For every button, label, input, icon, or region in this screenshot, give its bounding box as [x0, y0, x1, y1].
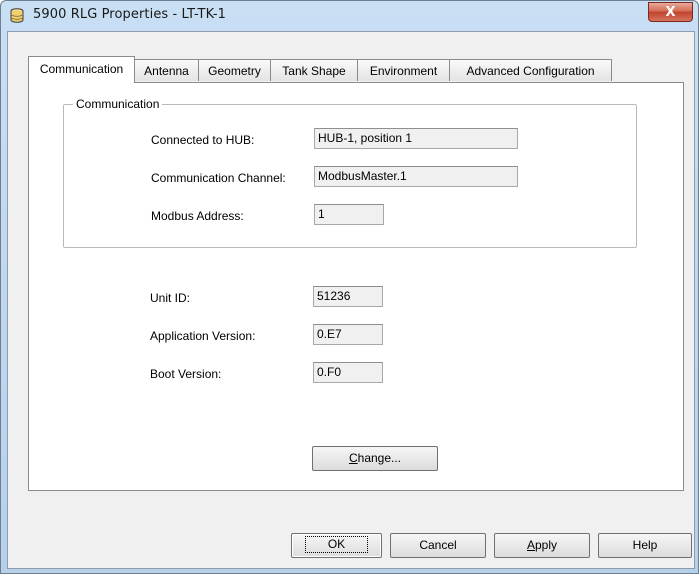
- application-version-field[interactable]: 0.E7: [313, 324, 383, 345]
- communication-channel-field[interactable]: ModbusMaster.1: [314, 166, 518, 187]
- tab-panel-communication: Communication Connected to HUB: HUB-1, p…: [28, 82, 684, 491]
- unit-id-field[interactable]: 51236: [313, 286, 383, 307]
- modbus-address-field[interactable]: 1: [314, 204, 384, 225]
- groupbox-title: Communication: [73, 97, 163, 111]
- communication-channel-label: Communication Channel:: [151, 171, 286, 185]
- help-button[interactable]: Help: [598, 533, 692, 558]
- tab-advanced-configuration[interactable]: Advanced Configuration: [449, 59, 612, 81]
- communication-groupbox: Communication Connected to HUB: HUB-1, p…: [63, 97, 637, 248]
- change-mnemonic: C: [348, 451, 358, 465]
- tab-antenna[interactable]: Antenna: [134, 59, 199, 81]
- boot-version-label: Boot Version:: [150, 367, 222, 381]
- change-label: hange...: [357, 451, 402, 465]
- apply-label: pply: [535, 538, 558, 552]
- dialog-client-area: Communication Antenna Geometry Tank Shap…: [7, 31, 695, 569]
- boot-version-field[interactable]: 0.F0: [313, 362, 383, 383]
- apply-mnemonic: A: [526, 538, 535, 552]
- ok-button[interactable]: OK: [291, 533, 382, 558]
- tab-environment[interactable]: Environment: [357, 59, 450, 81]
- application-version-label: Application Version:: [150, 329, 256, 343]
- title-bar[interactable]: 5900 RLG Properties - LT-TK-1 X: [1, 1, 698, 31]
- modbus-address-label: Modbus Address:: [151, 209, 244, 223]
- database-icon: [10, 8, 24, 23]
- close-button[interactable]: X: [648, 2, 693, 22]
- ok-label: OK: [304, 536, 369, 553]
- unit-id-label: Unit ID:: [150, 291, 191, 305]
- tab-geometry[interactable]: Geometry: [198, 59, 271, 81]
- connected-to-hub-field[interactable]: HUB-1, position 1: [314, 128, 518, 149]
- properties-window: 5900 RLG Properties - LT-TK-1 X Communic…: [0, 0, 699, 574]
- window-title: 5900 RLG Properties - LT-TK-1: [33, 7, 227, 22]
- connected-to-hub-label: Connected to HUB:: [151, 133, 255, 147]
- cancel-button[interactable]: Cancel: [390, 533, 486, 558]
- change-button[interactable]: Change...: [312, 446, 438, 471]
- tab-communication[interactable]: Communication: [28, 56, 135, 83]
- tab-tank-shape[interactable]: Tank Shape: [270, 59, 358, 81]
- apply-button[interactable]: Apply: [494, 533, 590, 558]
- close-icon: X: [665, 4, 676, 20]
